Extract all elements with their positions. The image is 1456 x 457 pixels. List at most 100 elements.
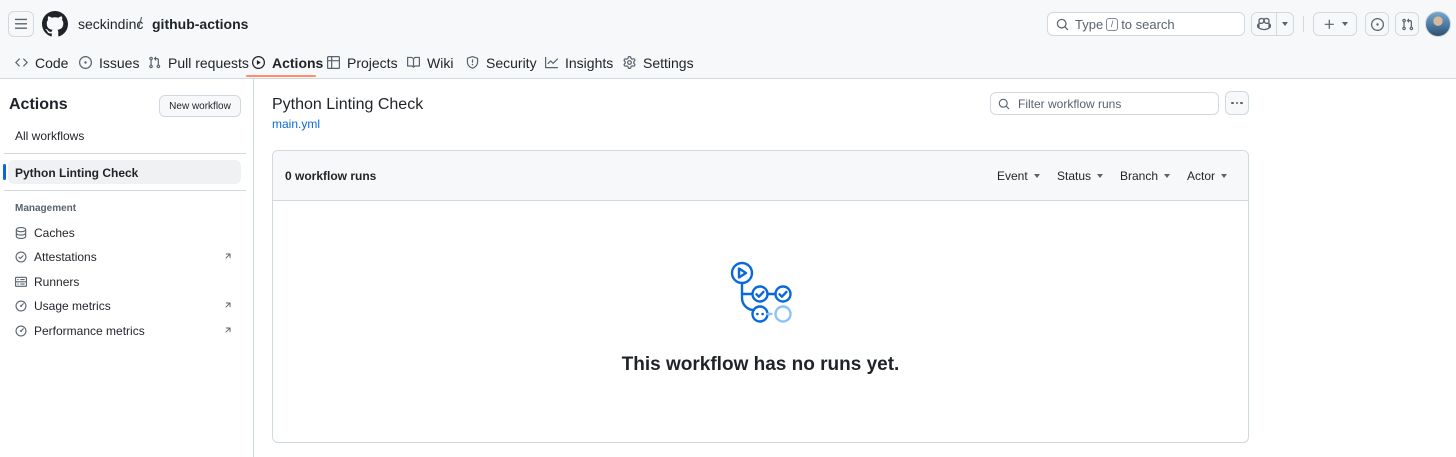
chevron-down-icon — [1341, 22, 1348, 26]
chevron-down-icon — [1164, 174, 1171, 178]
hamburger-icon — [14, 18, 28, 29]
event-filter-dropdown[interactable]: Event — [997, 169, 1040, 183]
repo-tabs: Code Issues Pull requests Actions Projec… — [0, 46, 1456, 79]
tab-pull-requests[interactable]: Pull requests — [148, 46, 249, 79]
breadcrumb-separator: / — [138, 15, 143, 32]
sidebar-item-label: Caches — [34, 226, 75, 240]
arrow-up-right-icon — [225, 327, 231, 333]
issue-opened-icon — [1370, 17, 1384, 31]
filter-workflow-runs-input[interactable]: Filter workflow runs — [990, 92, 1219, 115]
dropdown-label: Actor — [1187, 169, 1216, 183]
header-divider — [1303, 16, 1304, 32]
tab-label: Projects — [347, 54, 398, 71]
breadcrumb-owner[interactable]: seckindinc — [78, 16, 143, 32]
chevron-down-icon — [1282, 22, 1289, 26]
tab-settings[interactable]: Settings — [623, 46, 694, 79]
sidebar-item-all-workflows[interactable]: All workflows — [15, 129, 84, 143]
sidebar-item-performance-metrics[interactable]: Performance metrics — [15, 321, 237, 341]
verified-icon — [15, 251, 27, 263]
branch-filter-dropdown[interactable]: Branch — [1120, 169, 1171, 183]
top-bar: seckindinc / github-actions Type / to se… — [0, 0, 1456, 46]
github-logo-icon[interactable] — [42, 11, 68, 37]
gear-icon — [623, 56, 636, 69]
database-icon — [15, 227, 27, 239]
kebab-dot — [1235, 101, 1239, 105]
kebab-horizontal-icon — [1231, 101, 1234, 105]
workflow-runs-header: 0 workflow runs Event Status Branch Acto… — [273, 151, 1248, 201]
status-filter-dropdown[interactable]: Status — [1057, 169, 1104, 183]
page-title: Python Linting Check — [272, 96, 424, 113]
dropdown-label: Branch — [1120, 169, 1159, 183]
git-pull-request-icon — [149, 56, 161, 69]
menu-button[interactable] — [8, 11, 34, 37]
tab-label: Security — [486, 54, 537, 71]
new-workflow-button[interactable]: New workflow — [159, 95, 241, 117]
search-icon — [998, 98, 1010, 109]
copilot-button[interactable] — [1251, 12, 1294, 36]
tab-insights[interactable]: Insights — [545, 46, 613, 79]
chevron-down-icon — [1033, 174, 1040, 178]
sidebar-item-label: Performance metrics — [34, 324, 145, 338]
filter-placeholder: Filter workflow runs — [1018, 96, 1122, 111]
sidebar-item-label: Python Linting Check — [15, 166, 139, 180]
tab-label: Actions — [272, 54, 324, 71]
avatar[interactable] — [1425, 11, 1451, 37]
tab-label: Insights — [565, 54, 614, 71]
management-heading: Management — [15, 203, 77, 214]
runs-count: 0 workflow runs — [285, 169, 377, 183]
app-header: seckindinc / github-actions Type / to se… — [0, 0, 1456, 79]
git-pull-request-icon — [1401, 17, 1413, 30]
tab-label: Pull requests — [168, 54, 249, 71]
more-options-button[interactable] — [1225, 91, 1249, 115]
workflow-runs-box: 0 workflow runs Event Status Branch Acto… — [272, 150, 1249, 443]
active-tab-underline — [246, 75, 316, 77]
sidebar-item-label: Usage metrics — [34, 299, 111, 313]
selected-indicator — [3, 164, 6, 180]
meter-icon — [15, 300, 27, 312]
sidebar-title: Actions — [9, 96, 68, 113]
server-icon — [15, 276, 27, 287]
issue-opened-icon — [79, 56, 92, 69]
arrow-up-right-icon — [225, 302, 231, 308]
dropdown-label: Status — [1057, 169, 1092, 183]
chevron-down-icon — [1097, 174, 1104, 178]
sidebar-item-runners[interactable]: Runners — [15, 272, 237, 292]
sidebar-item-usage-metrics[interactable]: Usage metrics — [15, 296, 237, 316]
tab-label: Code — [35, 54, 69, 71]
actor-filter-dropdown[interactable]: Actor — [1187, 169, 1228, 183]
empty-state-message: This workflow has no runs yet. — [621, 354, 900, 375]
create-new-button[interactable] — [1313, 12, 1357, 36]
book-icon — [407, 56, 420, 68]
search-prefix: Type — [1075, 16, 1104, 32]
search-suffix: to search — [1121, 16, 1175, 32]
play-icon — [252, 56, 265, 69]
meter-icon — [15, 325, 27, 337]
search-input[interactable]: Type / to search — [1047, 12, 1245, 36]
shield-icon — [466, 56, 479, 69]
tab-security[interactable]: Security — [466, 46, 537, 79]
sidebar-item-label: Attestations — [34, 250, 97, 264]
dropdown-label: Event — [997, 169, 1028, 183]
your-issues-button[interactable] — [1365, 12, 1389, 36]
workflow-empty-icon — [730, 261, 792, 323]
sidebar-item-attestations[interactable]: Attestations — [15, 247, 237, 267]
tab-wiki[interactable]: Wiki — [407, 46, 453, 79]
search-shortcut-key: / — [1106, 17, 1119, 31]
tab-label: Settings — [643, 54, 694, 71]
sidebar-separator — [4, 190, 246, 191]
workflow-file-link[interactable]: main.yml — [272, 117, 320, 131]
arrow-up-right-icon — [225, 253, 231, 259]
your-pull-requests-button[interactable] — [1395, 12, 1419, 36]
sidebar-separator — [4, 153, 246, 154]
tab-label: Issues — [99, 54, 140, 71]
tab-projects[interactable]: Projects — [327, 46, 398, 79]
breadcrumb-repo[interactable]: github-actions — [152, 16, 248, 32]
sidebar-item-label: Runners — [34, 275, 80, 289]
code-icon — [15, 58, 28, 67]
copilot-icon — [1257, 17, 1272, 31]
sidebar-item-caches[interactable]: Caches — [15, 223, 237, 243]
search-icon — [1056, 18, 1069, 30]
tab-code[interactable]: Code — [15, 46, 68, 79]
tab-label: Wiki — [427, 54, 454, 71]
tab-issues[interactable]: Issues — [79, 46, 139, 79]
